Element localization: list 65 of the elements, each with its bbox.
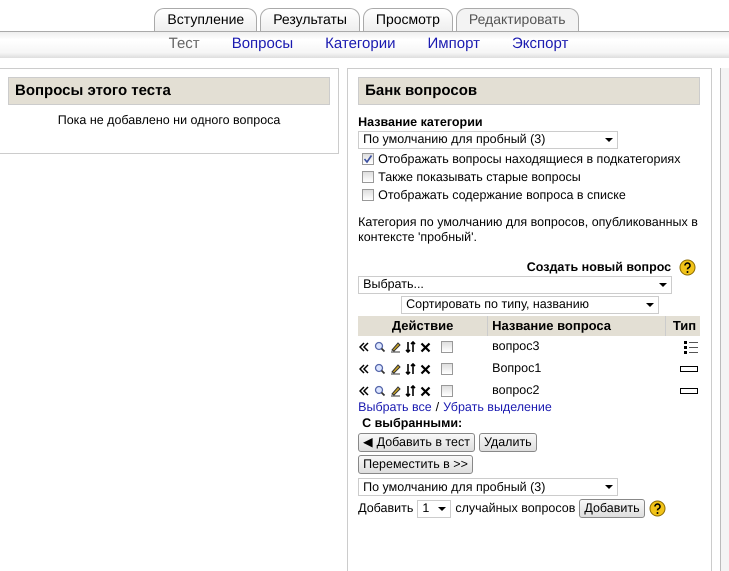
- deselect-link[interactable]: Убрать выделение: [443, 400, 552, 416]
- subnav-link[interactable]: Тест: [168, 35, 200, 54]
- select-all-link[interactable]: Выбрать все: [358, 400, 432, 416]
- arrows-icon[interactable]: [405, 341, 416, 354]
- help-icon[interactable]: [648, 500, 666, 518]
- search-icon[interactable]: [374, 385, 386, 398]
- checkbox-label: Также показывать старые вопросы: [378, 170, 581, 185]
- checkbox[interactable]: [441, 363, 454, 376]
- field-label: Создать новый вопрос: [526, 260, 672, 276]
- column-header: Действие: [358, 316, 488, 336]
- checkbox[interactable]: [362, 152, 374, 165]
- subnav-link[interactable]: Экспорт: [512, 35, 568, 54]
- question-name: вопрос2: [492, 383, 540, 398]
- search-icon[interactable]: [374, 363, 386, 376]
- tab[interactable]: Вступление: [154, 8, 258, 30]
- tab[interactable]: Редактировать: [456, 8, 579, 30]
- subnav-link[interactable]: Вопросы: [232, 35, 294, 54]
- count-select[interactable]: 1: [417, 500, 452, 518]
- question-type-select[interactable]: Выбрать...: [358, 276, 672, 294]
- section-label: С выбранными:: [361, 416, 464, 432]
- close-icon[interactable]: [420, 386, 432, 397]
- text-field-icon: [680, 366, 698, 372]
- tab[interactable]: Результаты: [260, 8, 360, 30]
- field-label: Добавить: [358, 501, 414, 517]
- move-button[interactable]: Переместить в >>: [358, 455, 473, 474]
- checkbox[interactable]: [362, 188, 374, 201]
- list-icon: [684, 340, 698, 354]
- help-icon[interactable]: [679, 258, 696, 276]
- subnav-link[interactable]: Категории: [325, 35, 396, 54]
- category-select[interactable]: По умолчанию для пробный (3): [358, 130, 618, 149]
- panel-title: Вопросы этого теста: [8, 76, 330, 106]
- tab[interactable]: Просмотр: [362, 8, 453, 30]
- category-select[interactable]: По умолчанию для пробный (3): [358, 478, 618, 496]
- question-name: Вопрос1: [492, 361, 542, 376]
- column-header: Тип: [666, 316, 700, 336]
- add-to-quiz-button[interactable]: ◀ Добавить в тест: [358, 433, 475, 452]
- arrows-icon[interactable]: [405, 363, 416, 376]
- move-left-icon[interactable]: [359, 386, 370, 397]
- empty-message: Пока не добавлено ни одного вопроса: [56, 113, 282, 129]
- separator: /: [436, 400, 440, 416]
- pencil-icon[interactable]: [390, 342, 402, 353]
- pencil-icon[interactable]: [390, 386, 402, 397]
- text-field-icon: [680, 388, 698, 394]
- search-icon[interactable]: [374, 341, 386, 354]
- delete-button[interactable]: Удалить: [478, 433, 537, 452]
- checkbox[interactable]: [441, 341, 454, 354]
- checkbox[interactable]: [441, 385, 454, 398]
- add-button[interactable]: Добавить: [579, 499, 645, 518]
- subnav-link[interactable]: Импорт: [428, 35, 480, 54]
- arrows-icon[interactable]: [405, 385, 416, 398]
- checkbox-label: Отображать содержание вопроса в списке: [378, 188, 626, 203]
- close-icon[interactable]: [420, 364, 432, 375]
- move-left-icon[interactable]: [359, 364, 370, 375]
- field-label: случайных вопросов: [455, 501, 576, 517]
- move-left-icon[interactable]: [359, 342, 370, 353]
- question-name: вопрос3: [492, 339, 540, 354]
- close-icon[interactable]: [420, 342, 432, 353]
- field-label: Название категории: [358, 115, 484, 131]
- sort-select[interactable]: Сортировать по типу, названию: [401, 296, 660, 314]
- panel-title: Банк вопросов: [358, 76, 700, 106]
- column-header: Название вопроса: [488, 316, 666, 336]
- pencil-icon[interactable]: [390, 364, 402, 375]
- info-text: Категория по умолчанию для вопросов, опубликованных в контексте 'пробный'.: [358, 214, 699, 245]
- checkbox-label: Отображать вопросы находящиеся в подкатегориях: [378, 152, 680, 167]
- checkbox[interactable]: [362, 170, 374, 183]
